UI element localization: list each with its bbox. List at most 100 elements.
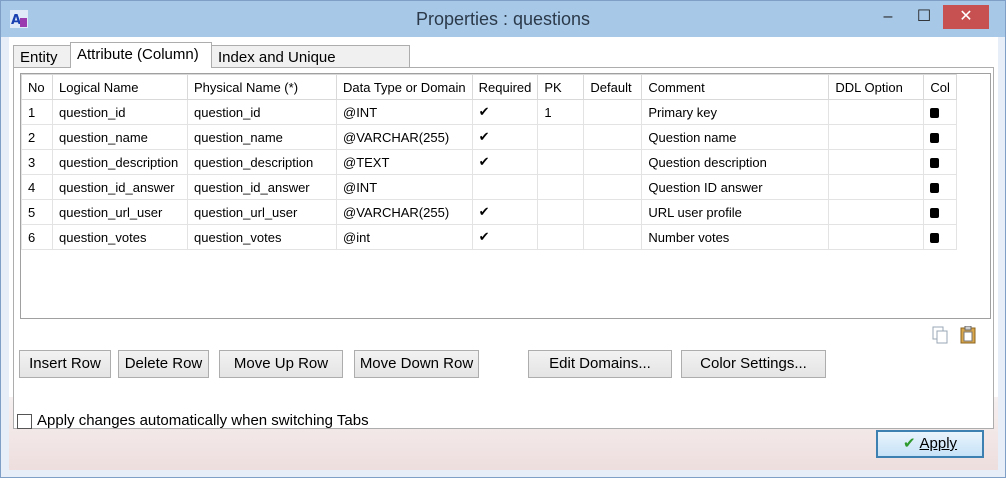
cell-comment[interactable]: Question ID answer	[641, 174, 830, 200]
cell-logical-name[interactable]: question_url_user	[52, 199, 188, 225]
column-header-required[interactable]: Required	[471, 74, 539, 100]
copy-icon[interactable]	[932, 326, 948, 344]
cell-no[interactable]: 5	[21, 199, 53, 225]
delete-row-button[interactable]: Delete Row	[118, 350, 209, 378]
color-swatch	[930, 183, 940, 194]
column-header-no[interactable]: No	[21, 74, 53, 100]
apply-button[interactable]: ✔ Apply	[876, 430, 984, 458]
dialog-body: Entity Attribute (Column) Index and Uniq…	[9, 37, 998, 470]
cell-physical-name[interactable]: question_url_user	[187, 199, 337, 225]
table-row[interactable]: 5 question_url_user question_url_user @V…	[21, 199, 957, 225]
cell-color[interactable]	[923, 124, 957, 150]
cell-required-checkmark[interactable]: ✔	[471, 199, 539, 225]
tab-index-unique-constraint[interactable]: Index and Unique Constraint	[211, 45, 410, 89]
column-header-color[interactable]: Col	[923, 74, 957, 100]
attribute-tab-panel: No Logical Name Physical Name (*) Data T…	[13, 67, 994, 429]
cell-data-type[interactable]: @VARCHAR(255)	[336, 124, 473, 150]
cell-physical-name[interactable]: question_name	[187, 124, 337, 150]
cell-required-checkmark[interactable]: ✔	[471, 149, 539, 175]
apply-auto-checkbox[interactable]	[17, 414, 32, 429]
paste-icon[interactable]	[960, 326, 976, 344]
cell-color[interactable]	[923, 199, 957, 225]
cell-physical-name[interactable]: question_description	[187, 149, 337, 175]
cell-ddl-option[interactable]	[828, 174, 925, 200]
move-up-row-button[interactable]: Move Up Row	[219, 350, 343, 378]
cell-data-type[interactable]: @INT	[336, 99, 473, 125]
move-down-row-button[interactable]: Move Down Row	[354, 350, 479, 378]
column-header-default[interactable]: Default	[583, 74, 643, 100]
tab-attribute-column[interactable]: Attribute (Column)	[70, 42, 212, 68]
apply-auto-label[interactable]: Apply changes automatically when switchi…	[37, 412, 369, 429]
cell-pk[interactable]	[537, 149, 585, 175]
cell-ddl-option[interactable]	[828, 99, 925, 125]
cell-comment[interactable]: URL user profile	[641, 199, 830, 225]
tab-entity[interactable]: Entity	[13, 45, 71, 67]
cell-color[interactable]	[923, 99, 957, 125]
cell-default[interactable]	[583, 124, 643, 150]
cell-comment[interactable]: Number votes	[641, 224, 830, 250]
cell-pk[interactable]	[537, 124, 585, 150]
cell-color[interactable]	[923, 149, 957, 175]
cell-comment[interactable]: Question name	[641, 124, 830, 150]
cell-default[interactable]	[583, 149, 643, 175]
cell-comment[interactable]: Primary key	[641, 99, 830, 125]
cell-required-checkmark[interactable]: ✔	[471, 224, 539, 250]
edit-domains-button[interactable]: Edit Domains...	[528, 350, 672, 378]
column-header-ddl-option[interactable]: DDL Option	[828, 74, 925, 100]
cell-no[interactable]: 6	[21, 224, 53, 250]
cell-default[interactable]	[583, 174, 643, 200]
cell-physical-name[interactable]: question_id_answer	[187, 174, 337, 200]
cell-data-type[interactable]: @int	[336, 224, 473, 250]
table-row[interactable]: 6 question_votes question_votes @int ✔ N…	[21, 224, 957, 250]
cell-default[interactable]	[583, 99, 643, 125]
cell-data-type[interactable]: @TEXT	[336, 149, 473, 175]
table-row[interactable]: 3 question_description question_descript…	[21, 149, 957, 175]
cell-ddl-option[interactable]	[828, 224, 925, 250]
cell-ddl-option[interactable]	[828, 199, 925, 225]
cell-physical-name[interactable]: question_id	[187, 99, 337, 125]
cell-comment[interactable]: Question description	[641, 149, 830, 175]
close-button[interactable]: ✕	[943, 5, 989, 29]
insert-row-button[interactable]: Insert Row	[19, 350, 111, 378]
cell-no[interactable]: 2	[21, 124, 53, 150]
cell-logical-name[interactable]: question_name	[52, 124, 188, 150]
cell-required-checkmark[interactable]: ✔	[471, 99, 539, 125]
attribute-table: No Logical Name Physical Name (*) Data T…	[21, 74, 957, 250]
minimize-button[interactable]: –	[873, 5, 903, 29]
cell-no[interactable]: 1	[21, 99, 53, 125]
column-header-comment[interactable]: Comment	[641, 74, 830, 100]
cell-color[interactable]	[923, 224, 957, 250]
cell-logical-name[interactable]: question_id	[52, 99, 188, 125]
grid-toolbar	[932, 326, 982, 346]
cell-pk[interactable]	[537, 174, 585, 200]
cell-no[interactable]: 3	[21, 149, 53, 175]
column-header-logical-name[interactable]: Logical Name	[52, 74, 188, 100]
cell-logical-name[interactable]: question_votes	[52, 224, 188, 250]
cell-pk[interactable]: 1	[537, 99, 585, 125]
column-header-data-type[interactable]: Data Type or Domain	[336, 74, 473, 100]
table-row[interactable]: 4 question_id_answer question_id_answer …	[21, 174, 957, 200]
cell-logical-name[interactable]: question_description	[52, 149, 188, 175]
cell-default[interactable]	[583, 199, 643, 225]
cell-pk[interactable]	[537, 224, 585, 250]
cell-required-checkmark[interactable]	[471, 174, 539, 200]
cell-color[interactable]	[923, 174, 957, 200]
table-row[interactable]: 1 question_id question_id @INT ✔ 1 Prima…	[21, 99, 957, 125]
color-settings-button[interactable]: Color Settings...	[681, 350, 826, 378]
cell-logical-name[interactable]: question_id_answer	[52, 174, 188, 200]
attribute-grid[interactable]: No Logical Name Physical Name (*) Data T…	[20, 73, 991, 319]
title-bar: A Properties : questions – ☐ ✕	[1, 1, 1005, 37]
cell-physical-name[interactable]: question_votes	[187, 224, 337, 250]
cell-no[interactable]: 4	[21, 174, 53, 200]
cell-ddl-option[interactable]	[828, 124, 925, 150]
cell-required-checkmark[interactable]: ✔	[471, 124, 539, 150]
cell-data-type[interactable]: @INT	[336, 174, 473, 200]
column-header-physical-name[interactable]: Physical Name (*)	[187, 74, 337, 100]
cell-default[interactable]	[583, 224, 643, 250]
column-header-pk[interactable]: PK	[537, 74, 585, 100]
maximize-button[interactable]: ☐	[909, 5, 939, 29]
cell-ddl-option[interactable]	[828, 149, 925, 175]
cell-pk[interactable]	[537, 199, 585, 225]
cell-data-type[interactable]: @VARCHAR(255)	[336, 199, 473, 225]
table-row[interactable]: 2 question_name question_name @VARCHAR(2…	[21, 124, 957, 150]
